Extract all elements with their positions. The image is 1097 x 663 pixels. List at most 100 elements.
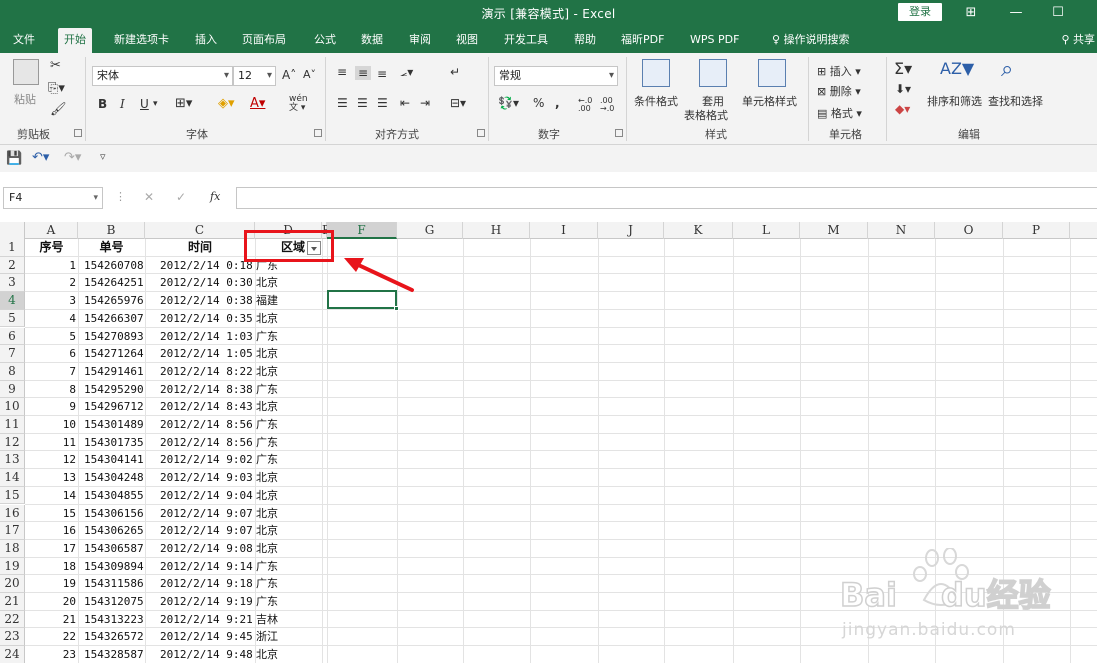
underline-button[interactable]: U [140, 98, 149, 110]
row-header-8[interactable]: 8 [0, 362, 25, 381]
tab-formulas[interactable]: 公式 [308, 28, 342, 53]
bold-button[interactable]: B [98, 98, 107, 110]
table-cell-seq[interactable]: 21 [25, 611, 76, 628]
table-cell-order[interactable]: 154264251 [84, 274, 149, 291]
table-cell-seq[interactable]: 1 [25, 257, 76, 274]
column-header-i[interactable]: I [530, 222, 598, 239]
table-cell-seq[interactable]: 9 [25, 398, 76, 415]
table-cell-order[interactable]: 154311586 [84, 575, 149, 592]
table-cell-time[interactable]: 2012/2/14 8:43 [160, 398, 256, 415]
table-cell-seq[interactable]: 14 [25, 487, 76, 504]
row-header-7[interactable]: 7 [0, 345, 25, 363]
formula-input[interactable] [236, 187, 1097, 209]
currency-icon[interactable]: 💱▾ [498, 97, 519, 109]
table-cell-order[interactable]: 154265976 [84, 292, 149, 309]
decrease-font-icon[interactable]: A˅ [303, 69, 316, 80]
table-cell-region[interactable]: 广东 [256, 381, 286, 398]
table-cell-seq[interactable]: 11 [25, 434, 76, 451]
increase-font-icon[interactable]: A˄ [282, 69, 296, 81]
tab-wps-pdf[interactable]: WPS PDF [684, 28, 745, 53]
table-cell-order[interactable]: 154260708 [84, 257, 149, 274]
table-cell-region[interactable]: 北京 [256, 522, 286, 539]
fill-handle[interactable] [394, 306, 399, 311]
table-cell-time[interactable]: 2012/2/14 9:18 [160, 575, 256, 592]
sort-filter-label[interactable]: 排序和筛选 [927, 93, 982, 109]
column-header-g[interactable]: G [397, 222, 463, 239]
column-header-n[interactable]: N [868, 222, 935, 239]
orientation-icon[interactable]: ⦟▾ [400, 66, 413, 78]
row-header-18[interactable]: 18 [0, 539, 25, 558]
header-cell-seq[interactable]: 序号 [25, 239, 78, 256]
table-cell-region[interactable]: 广东 [256, 328, 286, 345]
decrease-decimal-icon[interactable]: .00 →.0 [600, 97, 620, 113]
insert-function-icon[interactable]: fx [210, 191, 220, 202]
table-cell-time[interactable]: 2012/2/14 9:14 [160, 558, 256, 575]
table-cell-seq[interactable]: 3 [25, 292, 76, 309]
phonetic-icon[interactable]: wén 文 ▾ [289, 95, 308, 113]
row-header-11[interactable]: 11 [0, 416, 25, 434]
table-cell-region[interactable]: 广东 [256, 593, 286, 610]
format-cells-button[interactable]: ▤ 格式 ▾ [817, 105, 862, 121]
column-header-h[interactable]: H [463, 222, 530, 239]
table-cell-region[interactable]: 广东 [256, 451, 286, 468]
row-header-3[interactable]: 3 [0, 274, 25, 293]
column-header-o[interactable]: O [935, 222, 1003, 239]
selected-cell-f4[interactable] [327, 290, 397, 309]
paste-label[interactable]: 粘贴 [14, 91, 36, 107]
table-cell-region[interactable]: 北京 [256, 363, 286, 380]
select-all-corner[interactable] [0, 222, 25, 239]
font-color-icon[interactable]: A▾ [250, 97, 265, 110]
percent-button[interactable]: % [533, 97, 544, 109]
table-cell-region[interactable]: 广东 [256, 416, 286, 433]
table-cell-order[interactable]: 154266307 [84, 310, 149, 327]
table-cell-region[interactable]: 浙江 [256, 628, 286, 645]
table-cell-seq[interactable]: 20 [25, 593, 76, 610]
table-cell-time[interactable]: 2012/2/14 0:38 [160, 292, 256, 309]
column-header-l[interactable]: L [733, 222, 800, 239]
table-cell-region[interactable]: 北京 [256, 646, 286, 663]
table-cell-order[interactable]: 154313223 [84, 611, 149, 628]
table-cell-region[interactable]: 广东 [256, 558, 286, 575]
table-cell-seq[interactable]: 23 [25, 646, 76, 663]
table-cell-order[interactable]: 154271264 [84, 345, 149, 362]
number-launcher[interactable] [615, 129, 623, 137]
table-cell-seq[interactable]: 6 [25, 345, 76, 362]
table-cell-region[interactable]: 广东 [256, 575, 286, 592]
paste-icon[interactable] [13, 59, 39, 85]
merge-center-icon[interactable]: ⊟▾ [450, 97, 466, 109]
table-cell-seq[interactable]: 10 [25, 416, 76, 433]
save-icon[interactable]: 💾 [6, 152, 22, 165]
tab-view[interactable]: 视图 [450, 28, 484, 53]
table-cell-order[interactable]: 154328587 [84, 646, 149, 663]
table-cell-region[interactable]: 北京 [256, 274, 286, 291]
decrease-indent-icon[interactable]: ⇤ [400, 97, 410, 109]
table-cell-time[interactable]: 2012/2/14 9:45 [160, 628, 256, 645]
clear-icon[interactable]: ◆▾ [895, 103, 910, 115]
table-cell-time[interactable]: 2012/2/14 8:38 [160, 381, 256, 398]
underline-dropdown-icon[interactable]: ▾ [153, 100, 158, 109]
table-cell-order[interactable]: 154295290 [84, 381, 149, 398]
table-cell-region[interactable]: 北京 [256, 310, 286, 327]
table-cell-seq[interactable]: 2 [25, 274, 76, 291]
column-header-m[interactable]: M [800, 222, 868, 239]
row-header-14[interactable]: 14 [0, 469, 25, 487]
table-cell-region[interactable]: 北京 [256, 505, 286, 522]
table-cell-time[interactable]: 2012/2/14 8:56 [160, 416, 256, 433]
ribbon-display-icon[interactable]: ⊞ [958, 2, 984, 24]
table-cell-order[interactable]: 154326572 [84, 628, 149, 645]
column-header-j[interactable]: J [598, 222, 664, 239]
tab-home[interactable]: 开始 [58, 28, 92, 53]
tab-data[interactable]: 数据 [355, 28, 389, 53]
row-header-24[interactable]: 24 [0, 646, 25, 663]
row-header-10[interactable]: 10 [0, 398, 25, 416]
table-cell-order[interactable]: 154301735 [84, 434, 149, 451]
row-header-23[interactable]: 23 [0, 628, 25, 647]
login-button[interactable]: 登录 [898, 3, 942, 21]
tab-review[interactable]: 审阅 [403, 28, 437, 53]
italic-button[interactable]: I [120, 98, 125, 110]
table-cell-time[interactable]: 2012/2/14 8:56 [160, 434, 256, 451]
conditional-format-label[interactable]: 条件格式 [634, 93, 678, 109]
table-cell-region[interactable]: 福建 [256, 292, 286, 309]
table-cell-time[interactable]: 2012/2/14 9:04 [160, 487, 256, 504]
table-cell-time[interactable]: 2012/2/14 9:19 [160, 593, 256, 610]
